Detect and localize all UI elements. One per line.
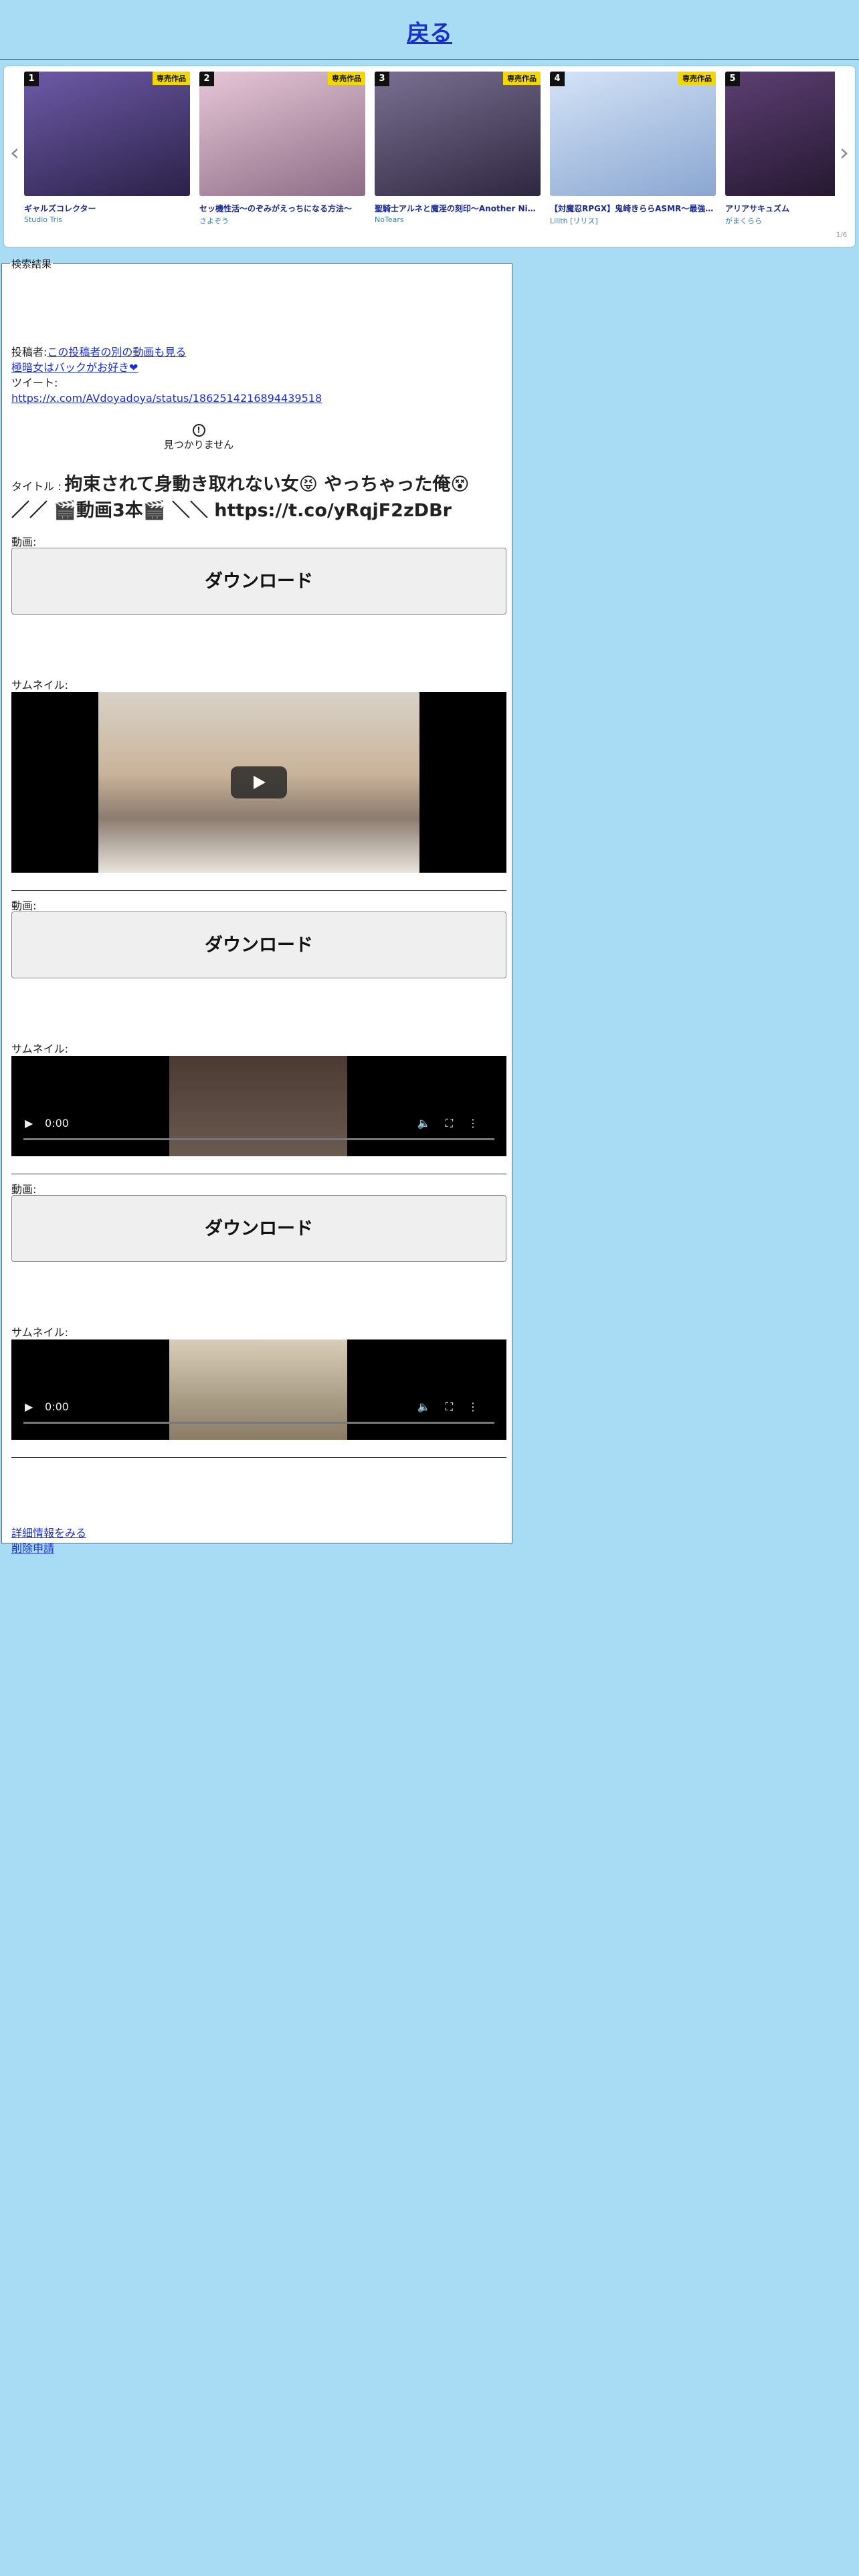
product-title[interactable]: 【対魔忍RPGX】鬼崎きららASMR〜最強の… bbox=[550, 203, 716, 214]
download-button[interactable]: ダウンロード bbox=[11, 911, 506, 978]
header: 戻る bbox=[0, 0, 859, 60]
rank-badge: 4 bbox=[550, 72, 565, 86]
thumbnail-label: サムネイル: bbox=[11, 1043, 69, 1055]
video-controls-icons[interactable]: 🔈⛶⋮ bbox=[417, 1115, 493, 1131]
download-button[interactable]: ダウンロード bbox=[11, 1195, 506, 1262]
carousel-prev-arrow-icon[interactable]: ‹ bbox=[7, 140, 23, 167]
carousel-item[interactable]: 1 専売作品 ギャルズコレクター Studio Tris bbox=[24, 72, 190, 224]
exclusive-badge: 専売作品 bbox=[678, 72, 716, 85]
carousel-item[interactable]: 3 専売作品 聖騎士アルネと魔淫の刻印〜Another Night〜 NoTea… bbox=[375, 72, 541, 224]
not-found-block: ! 見つかりません bbox=[11, 422, 386, 453]
product-author[interactable]: がまくらら bbox=[725, 215, 835, 226]
product-title[interactable]: 聖騎士アルネと魔淫の刻印〜Another Night〜 bbox=[375, 203, 541, 214]
poster-other-videos-link[interactable]: この投稿者の別の動画も見る bbox=[47, 346, 186, 358]
carousel-item[interactable]: 4 専売作品 【対魔忍RPGX】鬼崎きららASMR〜最強の… Lilith [リ… bbox=[550, 72, 716, 226]
video-time: 0:00 bbox=[45, 1400, 69, 1413]
video-player[interactable]: ▶ 0:00 🔈⛶⋮ bbox=[11, 1339, 506, 1440]
video-frame bbox=[169, 1056, 347, 1156]
carousel-items: 1 専売作品 ギャルズコレクター Studio Tris 2 専売作品 セッ機性… bbox=[24, 72, 835, 232]
carousel-item[interactable]: 5 アリアサキュズム がまくらら bbox=[725, 72, 835, 226]
product-title[interactable]: ギャルズコレクター bbox=[24, 203, 190, 214]
results-legend: 検索結果 bbox=[11, 258, 52, 270]
exclusive-badge: 専売作品 bbox=[153, 72, 190, 85]
video-thumbnail-player[interactable] bbox=[11, 692, 506, 873]
poster-name-link[interactable]: 極暗女はバックがお好き❤ bbox=[11, 361, 138, 374]
carousel-pager: 1/6 bbox=[836, 231, 847, 239]
product-thumbnail: 4 専売作品 bbox=[550, 72, 716, 196]
video-frame bbox=[169, 1339, 347, 1440]
tweet-label: ツイート: bbox=[11, 377, 58, 389]
footer-links: 詳細情報をみる 削除申請 bbox=[11, 1525, 86, 1556]
product-thumbnail: 3 専売作品 bbox=[375, 72, 541, 196]
rank-badge: 1 bbox=[24, 72, 39, 86]
thumbnail-label: サムネイル: bbox=[11, 1326, 69, 1339]
details-link[interactable]: 詳細情報をみる bbox=[11, 1527, 86, 1539]
product-author[interactable]: Studio Tris bbox=[24, 215, 190, 224]
search-results: 検索結果 投稿者:この投稿者の別の動画も見る 極暗女はバックがお好き❤ ツイート… bbox=[1, 257, 512, 1555]
delete-request-link[interactable]: 削除申請 bbox=[11, 1542, 54, 1555]
download-button[interactable]: ダウンロード bbox=[11, 548, 506, 615]
video-player[interactable]: ▶ 0:00 🔈⛶⋮ bbox=[11, 1056, 506, 1156]
rank-badge: 5 bbox=[725, 72, 740, 86]
video-time: 0:00 bbox=[45, 1117, 69, 1130]
video-title: タイトル : 拘束されて身動き取れない女😝 やっちゃった俺😵 ／／ 🎬動画3本🎬… bbox=[11, 473, 493, 523]
product-author[interactable]: NoTears bbox=[375, 215, 541, 224]
product-title[interactable]: セッ機性活〜のぞみがえっちになる方法〜 bbox=[199, 203, 365, 214]
rank-badge: 2 bbox=[199, 72, 214, 86]
rank-badge: 3 bbox=[375, 72, 389, 86]
exclusive-badge: 専売作品 bbox=[328, 72, 365, 85]
seek-bar[interactable] bbox=[23, 1422, 494, 1424]
product-thumbnail: 1 専売作品 bbox=[24, 72, 190, 196]
play-icon[interactable]: ▶ bbox=[25, 1399, 33, 1414]
poster-label: 投稿者: bbox=[11, 346, 47, 358]
not-found-text: 見つかりません bbox=[163, 439, 234, 451]
thumbnail-label: サムネイル: bbox=[11, 679, 69, 691]
play-button-icon[interactable] bbox=[231, 766, 287, 798]
warning-icon: ! bbox=[192, 424, 205, 437]
tweet-link[interactable]: https://x.com/AVdoyadoya/status/18625142… bbox=[11, 392, 322, 405]
seek-bar[interactable] bbox=[23, 1138, 494, 1140]
product-author[interactable]: Lilith [リリス] bbox=[550, 215, 716, 226]
title-text: 拘束されて身動き取れない女😝 やっちゃった俺😵 ／／ 🎬動画3本🎬 ＼＼ htt… bbox=[11, 474, 470, 521]
carousel-item[interactable]: 2 専売作品 セッ機性活〜のぞみがえっちになる方法〜 さよぞう bbox=[199, 72, 365, 226]
product-author[interactable]: さよぞう bbox=[199, 215, 365, 226]
product-thumbnail: 2 専売作品 bbox=[199, 72, 365, 196]
exclusive-badge: 専売作品 bbox=[503, 72, 541, 85]
play-icon[interactable]: ▶ bbox=[25, 1115, 33, 1131]
product-carousel: ‹ 1 専売作品 ギャルズコレクター Studio Tris 2 専売作品 セッ… bbox=[4, 66, 855, 247]
divider bbox=[11, 1457, 506, 1458]
product-thumbnail: 5 bbox=[725, 72, 835, 196]
back-link[interactable]: 戻る bbox=[407, 15, 452, 47]
carousel-next-arrow-icon[interactable]: › bbox=[836, 140, 852, 167]
video-controls-icons[interactable]: 🔈⛶⋮ bbox=[417, 1399, 493, 1414]
poster-block: 投稿者:この投稿者の別の動画も見る 極暗女はバックがお好き❤ ツイート: htt… bbox=[11, 344, 322, 406]
product-title[interactable]: アリアサキュズム bbox=[725, 203, 835, 214]
title-label: タイトル : bbox=[11, 480, 65, 493]
divider bbox=[11, 890, 506, 891]
